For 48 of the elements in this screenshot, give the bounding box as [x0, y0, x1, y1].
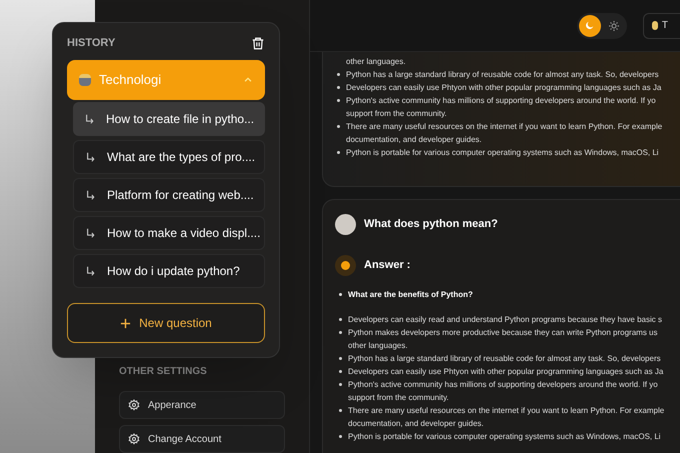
answer-text: Python has a large standard library of reusable code for almost any task. So, developers [348, 352, 661, 364]
avatar [335, 214, 356, 235]
answer-text: Python has a large standard library of reusable code for almost any task. So, developers [346, 68, 659, 80]
history-item[interactable]: How to create file in pytho... [73, 102, 265, 136]
moon-icon [584, 20, 596, 31]
theme-toggle[interactable] [576, 12, 627, 38]
answer-text: There are many useful resources on the internet if you want to learn Python. For example [348, 404, 664, 416]
answer-text: Python is portable for various computer operating systems such as Windows, macOS, Li [348, 430, 661, 442]
answer-text: support from the community. [348, 392, 449, 404]
answer-text: documentation, and developer guides. [346, 134, 482, 146]
answer-text: Developers can easily use Phtyon with other popular programming languages such as Ja [346, 82, 662, 94]
plus-icon [120, 318, 132, 328]
theme-option[interactable] [578, 14, 601, 36]
sun-icon [608, 20, 620, 32]
return-arrow-icon [86, 228, 95, 238]
section-title: OTHER SETTINGS [119, 365, 208, 379]
answer-text: There are many useful resources on the internet if you want to learn Python. For example [346, 120, 662, 132]
history-title: HISTORY [67, 36, 116, 51]
answer-text: documentation, and developer guides. [348, 418, 484, 430]
return-arrow-icon [86, 266, 95, 276]
gear-icon [128, 399, 140, 411]
answer-text: other languages. [346, 56, 406, 68]
settings-item[interactable]: Change Account [119, 425, 285, 453]
history-item[interactable]: How to make a video displ.... [73, 216, 265, 250]
answer-text: Developers can easily read and understand Python programs because they have basic s [348, 314, 662, 326]
gear-icon [128, 433, 140, 445]
answer-text: Python makes developers more productive because they can write Python programs us [348, 326, 658, 338]
return-arrow-icon [86, 190, 95, 200]
answer-text: Python's active community has millions of supporting developers around the world. If yo [346, 94, 656, 106]
return-arrow-icon [86, 152, 95, 162]
answer-icon [335, 255, 356, 276]
answer-text: other languages. [348, 340, 408, 352]
chevron-icon [243, 74, 253, 84]
history-item[interactable]: Platform for creating web.... [73, 178, 265, 212]
settings-item[interactable]: Apperance [119, 391, 285, 419]
answer-text: support from the community. [346, 108, 447, 120]
history-item[interactable]: How do i update python? [73, 254, 265, 288]
header-button[interactable]: T [642, 12, 680, 38]
answer-text: Developers can easily use Phtyon with other popular programming languages such as Ja [348, 366, 664, 378]
trash-icon[interactable] [251, 36, 265, 51]
answer-text: Python's active community has millions of supporting developers around the world. If yo [348, 378, 658, 390]
new-question-button[interactable]: New question [67, 303, 265, 343]
history-item[interactable]: What are the types of pro.... [73, 140, 265, 174]
question-text: What does python mean? [364, 217, 498, 232]
answer-text: Python is portable for various computer operating systems such as Windows, macOS, Li [346, 146, 659, 158]
return-arrow-icon [85, 114, 94, 124]
answer-heading: What are the benefits of Python? [348, 288, 473, 300]
answer-label: Answer : [364, 258, 410, 274]
